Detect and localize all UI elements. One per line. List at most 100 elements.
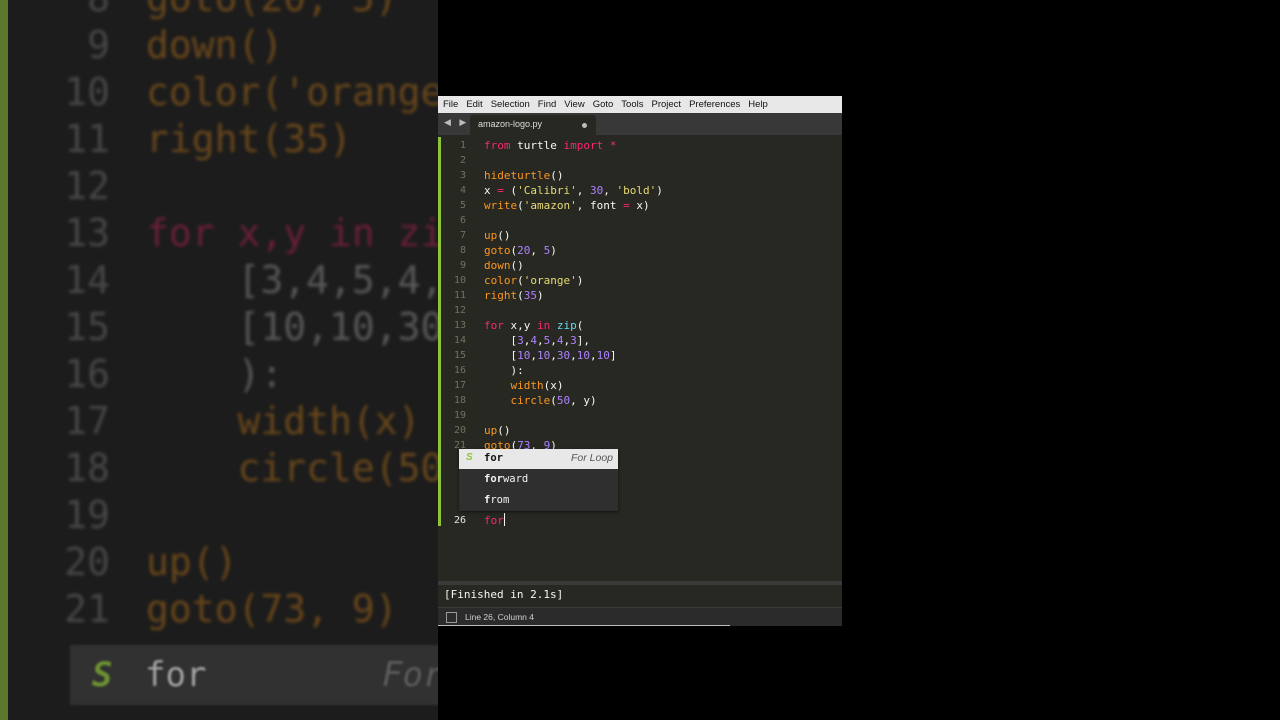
code-token: for (484, 514, 504, 527)
code-token: 'orange' (523, 274, 577, 287)
tab-filename: amazon-logo.py (478, 119, 543, 129)
code-token: ) (550, 244, 557, 257)
code-token: in (537, 319, 551, 332)
background-line-number: 10 (64, 70, 110, 114)
autocomplete-item[interactable]: Sfor For Loop (459, 449, 618, 469)
code-line[interactable]: [3,4,5,4,3], (484, 333, 590, 348)
code-line[interactable]: down() (484, 258, 524, 273)
code-token: width (510, 379, 544, 392)
background-code-line: 15 [10,10,30 (0, 305, 438, 353)
autocomplete-item-text: forward (484, 473, 529, 485)
background-line-number: 12 (64, 164, 110, 208)
code-token: goto (484, 244, 511, 257)
code-token: 3 (517, 334, 524, 347)
autocomplete-item[interactable]: from (459, 491, 618, 511)
background-code-line: 20 up() (0, 540, 237, 588)
background-line-number: 9 (87, 23, 110, 67)
text-cursor (503, 513, 505, 526)
code-token: up (484, 229, 498, 242)
code-token: circle (510, 394, 551, 407)
code-token: up (484, 424, 498, 437)
background-code-line: 14 [3,4,5,4, (0, 258, 438, 306)
tab-amazon-logo[interactable]: amazon-logo.py (470, 115, 596, 135)
code-token: turtle (510, 139, 564, 152)
code-token: 10 (537, 349, 551, 362)
code-token: for (484, 319, 504, 332)
code-token: ( (517, 274, 524, 287)
code-token: , y) (570, 394, 597, 407)
menu-view[interactable]: View (560, 96, 588, 113)
menu-preferences[interactable]: Preferences (685, 96, 744, 113)
code-line[interactable]: for (484, 513, 505, 528)
code-token: 10 (517, 349, 531, 362)
status-bar: Line 26, Column 4 (438, 607, 842, 626)
code-token: 30 (589, 184, 604, 197)
code-line[interactable]: width(x) (484, 378, 564, 393)
code-token: zip (556, 319, 577, 332)
background-code-line: 16 ): (0, 352, 283, 400)
menu-tools[interactable]: Tools (617, 96, 647, 113)
menu-help[interactable]: Help (744, 96, 772, 113)
panel-toggle-icon[interactable] (446, 612, 457, 623)
code-editor[interactable]: 123456789101112131415161718192021222226 … (438, 135, 842, 581)
code-line[interactable]: from turtle import * (484, 138, 616, 153)
line-number: 1 (459, 140, 466, 151)
code-token: ( (517, 289, 524, 302)
menu-project[interactable]: Project (647, 96, 685, 113)
background-line-number: 19 (64, 493, 110, 537)
code-token: x (484, 184, 498, 197)
code-token: x,y (503, 319, 537, 332)
code-token: ) (537, 289, 544, 302)
code-line[interactable]: for x,y in zip( (484, 318, 583, 333)
code-token: () (510, 259, 524, 272)
line-number: 19 (453, 410, 466, 421)
code-token: 50 (556, 394, 571, 407)
background-code-line: 13 for x,y in zi (0, 211, 438, 259)
code-line[interactable]: goto(20, 5) (484, 243, 557, 258)
code-line[interactable]: circle(50, y) (484, 393, 597, 408)
menu-find[interactable]: Find (534, 96, 560, 113)
code-line[interactable]: right(35) (484, 288, 544, 303)
code-line[interactable]: up() (484, 228, 511, 243)
code-token: = (623, 199, 630, 212)
background-code-line: 17 width(x) (0, 399, 421, 447)
code-area[interactable]: from turtle import * hideturtle() x = ('Ca… (484, 135, 842, 581)
code-token: , (590, 349, 597, 362)
menu-file[interactable]: File (438, 96, 462, 113)
code-line[interactable]: write('amazon', font = x) (484, 198, 650, 213)
background-line-number: 13 (64, 211, 110, 255)
snippet-icon: S (466, 452, 473, 463)
code-line[interactable]: [10,10,30,10,10] (484, 348, 616, 363)
dot-icon[interactable] (582, 123, 587, 128)
code-line[interactable]: hideturtle() (484, 168, 563, 183)
line-number: 16 (453, 365, 466, 376)
code-line[interactable]: ): (484, 363, 524, 378)
code-token: ): (484, 364, 524, 377)
background-line-text: [3,4,5,4, (146, 258, 439, 302)
status-progress-line (438, 625, 730, 626)
menu-edit[interactable]: Edit (462, 96, 486, 113)
code-token: , (530, 244, 544, 257)
menu-goto[interactable]: Goto (589, 96, 618, 113)
code-token: () (497, 424, 511, 437)
tab-nav-arrows[interactable]: ◀ ▶ (444, 117, 469, 128)
background-line-number: 20 (64, 540, 110, 584)
background-line-number: 16 (64, 352, 110, 396)
background-line-text: width(x) (146, 399, 421, 443)
menu-selection[interactable]: Selection (487, 96, 534, 113)
code-line[interactable]: x = ('Calibri', 30, 'bold') (484, 183, 663, 198)
code-token: write (484, 199, 518, 212)
code-line[interactable]: color('orange') (484, 273, 583, 288)
line-number: 17 (453, 380, 466, 391)
code-token: ( (550, 394, 557, 407)
code-token: , (570, 349, 577, 362)
autocomplete-item[interactable]: forward (459, 470, 618, 490)
blurred-background-zoom: 8 goto(20, 5) 9 down() 10 color('orange 11 righ… (0, 0, 438, 720)
line-number: 12 (453, 305, 466, 316)
background-line-number: 8 (0, 0, 110, 20)
code-token: 4 (530, 334, 537, 347)
code-line[interactable]: up() (484, 423, 511, 438)
line-number: 4 (459, 185, 466, 196)
background-line-number: 11 (64, 117, 110, 161)
